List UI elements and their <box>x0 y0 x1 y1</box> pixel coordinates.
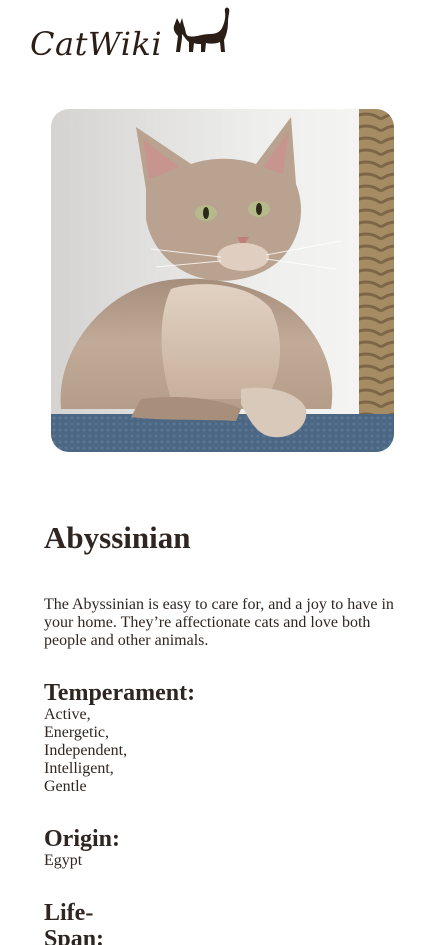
temperament-item: Intelligent, <box>44 760 114 777</box>
lifespan-label: Life-Span: <box>44 900 105 945</box>
origin-value: Egypt <box>44 852 83 869</box>
abyssinian-cat-photo <box>51 109 394 452</box>
temperament-list: Active, Energetic, Independent, Intellig… <box>44 706 404 796</box>
breed-photo <box>51 109 394 452</box>
breed-description: The Abyssinian is easy to care for, and … <box>44 596 394 649</box>
temperament-item: Independent, <box>44 742 128 759</box>
lifespan-section: Life-Span: <box>44 900 124 945</box>
origin-section: Origin: Egypt <box>44 826 404 870</box>
logo-text: CatWiki <box>30 25 163 63</box>
temperament-item: Active, <box>44 706 91 723</box>
catwiki-logo[interactable]: CatWiki <box>30 6 230 66</box>
breed-details: Abyssinian The Abyssinian is easy to car… <box>44 520 404 945</box>
temperament-label: Temperament: <box>44 680 196 706</box>
temperament-item: Gentle <box>44 778 87 795</box>
temperament-section: Temperament: Active, Energetic, Independ… <box>44 680 404 796</box>
temperament-item: Energetic, <box>44 724 110 741</box>
origin-label: Origin: <box>44 826 120 852</box>
breed-name: Abyssinian <box>44 520 191 555</box>
cat-silhouette-icon <box>172 6 230 58</box>
